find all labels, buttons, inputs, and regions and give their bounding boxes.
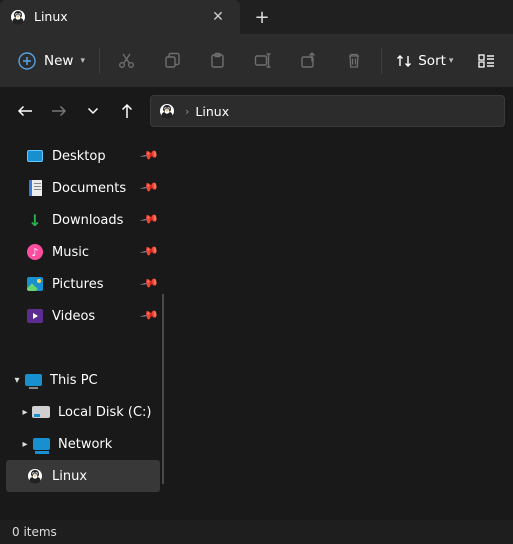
sidebar-item-network[interactable]: ▸ Network bbox=[6, 428, 160, 460]
active-tab[interactable]: Linux ✕ bbox=[0, 0, 240, 34]
pictures-icon bbox=[26, 275, 44, 293]
view-button[interactable] bbox=[463, 43, 509, 79]
paste-button[interactable] bbox=[195, 43, 241, 79]
music-icon: ♪ bbox=[26, 243, 44, 261]
toolbar-separator bbox=[99, 48, 100, 74]
videos-icon bbox=[26, 307, 44, 325]
up-icon bbox=[120, 103, 134, 119]
plus-circle-icon bbox=[18, 52, 36, 70]
delete-icon bbox=[346, 52, 362, 69]
sidebar-item-this-pc[interactable]: ▾ This PC bbox=[6, 364, 160, 396]
sidebar-item-videos[interactable]: Videos 📌 bbox=[6, 300, 160, 332]
back-button[interactable] bbox=[8, 94, 42, 128]
pin-icon[interactable]: 📌 bbox=[140, 305, 163, 327]
cut-button[interactable] bbox=[104, 43, 150, 79]
body: Desktop 📌 Documents 📌 ↓ Downloads 📌 ♪ Mu… bbox=[0, 134, 513, 520]
navbar: › Linux bbox=[0, 88, 513, 134]
breadcrumb-current[interactable]: Linux bbox=[195, 104, 229, 119]
forward-button[interactable] bbox=[42, 94, 76, 128]
sidebar-item-label: Music bbox=[52, 245, 142, 260]
sidebar-item-desktop[interactable]: Desktop 📌 bbox=[6, 140, 160, 172]
share-icon bbox=[300, 52, 317, 69]
sidebar-item-label: Network bbox=[58, 437, 160, 452]
pin-icon[interactable]: 📌 bbox=[140, 209, 163, 231]
cut-icon bbox=[118, 52, 135, 69]
linux-icon bbox=[26, 467, 44, 485]
pin-icon[interactable]: 📌 bbox=[140, 145, 163, 167]
sidebar-item-label: Desktop bbox=[52, 149, 142, 164]
sidebar-item-label: Documents bbox=[52, 181, 142, 196]
sidebar-item-label: Linux bbox=[52, 469, 160, 484]
sidebar: Desktop 📌 Documents 📌 ↓ Downloads 📌 ♪ Mu… bbox=[0, 134, 164, 520]
address-bar[interactable]: › Linux bbox=[150, 95, 505, 127]
back-icon bbox=[17, 104, 33, 118]
sidebar-item-label: This PC bbox=[50, 373, 160, 388]
sidebar-item-local-disk[interactable]: ▸ Local Disk (C:) bbox=[6, 396, 160, 428]
sidebar-item-label: Local Disk (C:) bbox=[58, 405, 160, 420]
sidebar-item-label: Pictures bbox=[52, 277, 142, 292]
toolbar: New ▾ Sort ▾ bbox=[0, 34, 513, 88]
sort-button-label: Sort bbox=[418, 53, 446, 69]
content-pane[interactable] bbox=[164, 134, 513, 520]
copy-button[interactable] bbox=[150, 43, 196, 79]
sort-button[interactable]: Sort ▾ bbox=[386, 43, 463, 79]
sidebar-item-music[interactable]: ♪ Music 📌 bbox=[6, 236, 160, 268]
disk-icon bbox=[32, 403, 50, 421]
chevron-down-icon bbox=[87, 107, 99, 115]
pin-icon[interactable]: 📌 bbox=[140, 273, 163, 295]
sort-icon bbox=[396, 54, 412, 68]
network-icon bbox=[32, 435, 50, 453]
pin-icon[interactable]: 📌 bbox=[140, 241, 163, 263]
forward-icon bbox=[51, 104, 67, 118]
close-tab-button[interactable]: ✕ bbox=[206, 9, 230, 25]
chevron-down-icon: ▾ bbox=[449, 56, 454, 66]
recent-button[interactable] bbox=[76, 94, 110, 128]
rename-icon bbox=[254, 52, 272, 69]
desktop-icon bbox=[26, 147, 44, 165]
documents-icon bbox=[26, 179, 44, 197]
chevron-down-icon: ▾ bbox=[80, 56, 85, 66]
rename-button[interactable] bbox=[241, 43, 287, 79]
sidebar-item-label: Videos bbox=[52, 309, 142, 324]
new-button[interactable]: New ▾ bbox=[4, 43, 95, 79]
tab-title: Linux bbox=[34, 9, 206, 24]
breadcrumb-separator: › bbox=[185, 105, 189, 118]
copy-icon bbox=[164, 52, 181, 69]
statusbar: 0 items bbox=[0, 520, 513, 544]
new-button-label: New bbox=[44, 53, 73, 69]
new-tab-button[interactable]: + bbox=[240, 0, 284, 34]
toolbar-separator bbox=[381, 48, 382, 74]
sidebar-item-downloads[interactable]: ↓ Downloads 📌 bbox=[6, 204, 160, 236]
delete-button[interactable] bbox=[332, 43, 378, 79]
share-button[interactable] bbox=[286, 43, 332, 79]
sidebar-item-linux[interactable]: Linux bbox=[6, 460, 160, 492]
paste-icon bbox=[209, 52, 226, 69]
sidebar-item-documents[interactable]: Documents 📌 bbox=[6, 172, 160, 204]
pin-icon[interactable]: 📌 bbox=[140, 177, 163, 199]
sidebar-item-label: Downloads bbox=[52, 213, 142, 228]
up-button[interactable] bbox=[110, 94, 144, 128]
linux-icon bbox=[10, 9, 26, 25]
downloads-icon: ↓ bbox=[26, 211, 44, 229]
linux-icon bbox=[159, 103, 175, 119]
sidebar-item-pictures[interactable]: Pictures 📌 bbox=[6, 268, 160, 300]
titlebar: Linux ✕ + bbox=[0, 0, 513, 34]
item-count: 0 items bbox=[12, 525, 57, 539]
pc-icon bbox=[24, 371, 42, 389]
view-icon bbox=[478, 54, 495, 68]
